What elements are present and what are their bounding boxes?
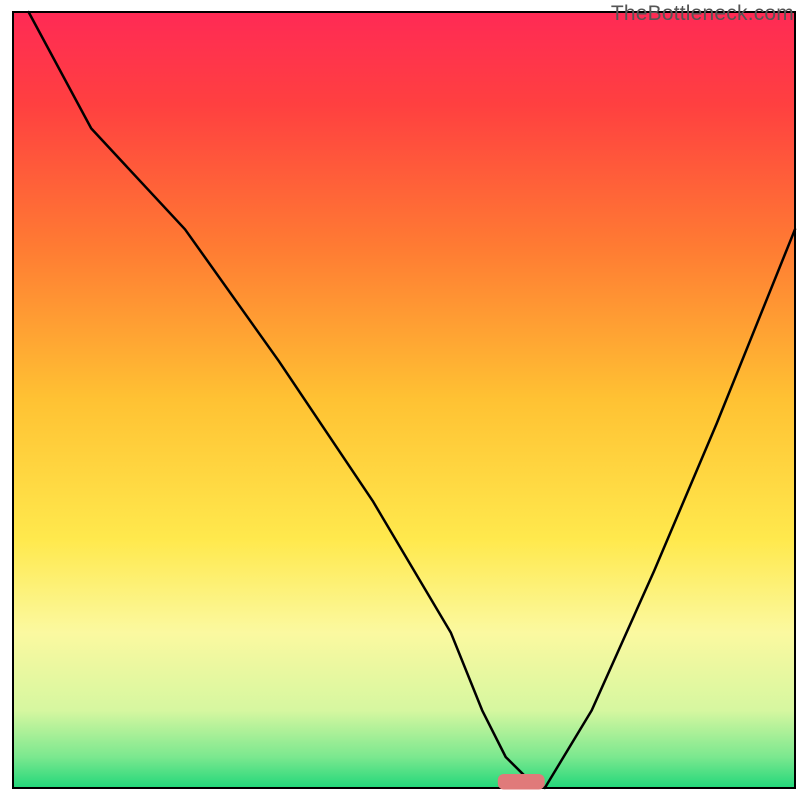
optimal-marker — [498, 774, 545, 790]
watermark-text: TheBottleneck.com — [611, 2, 794, 26]
chart-container: { "watermark": "TheBottleneck.com", "cha… — [0, 0, 800, 800]
bottleneck-chart — [0, 0, 800, 800]
plot-background — [13, 12, 795, 788]
